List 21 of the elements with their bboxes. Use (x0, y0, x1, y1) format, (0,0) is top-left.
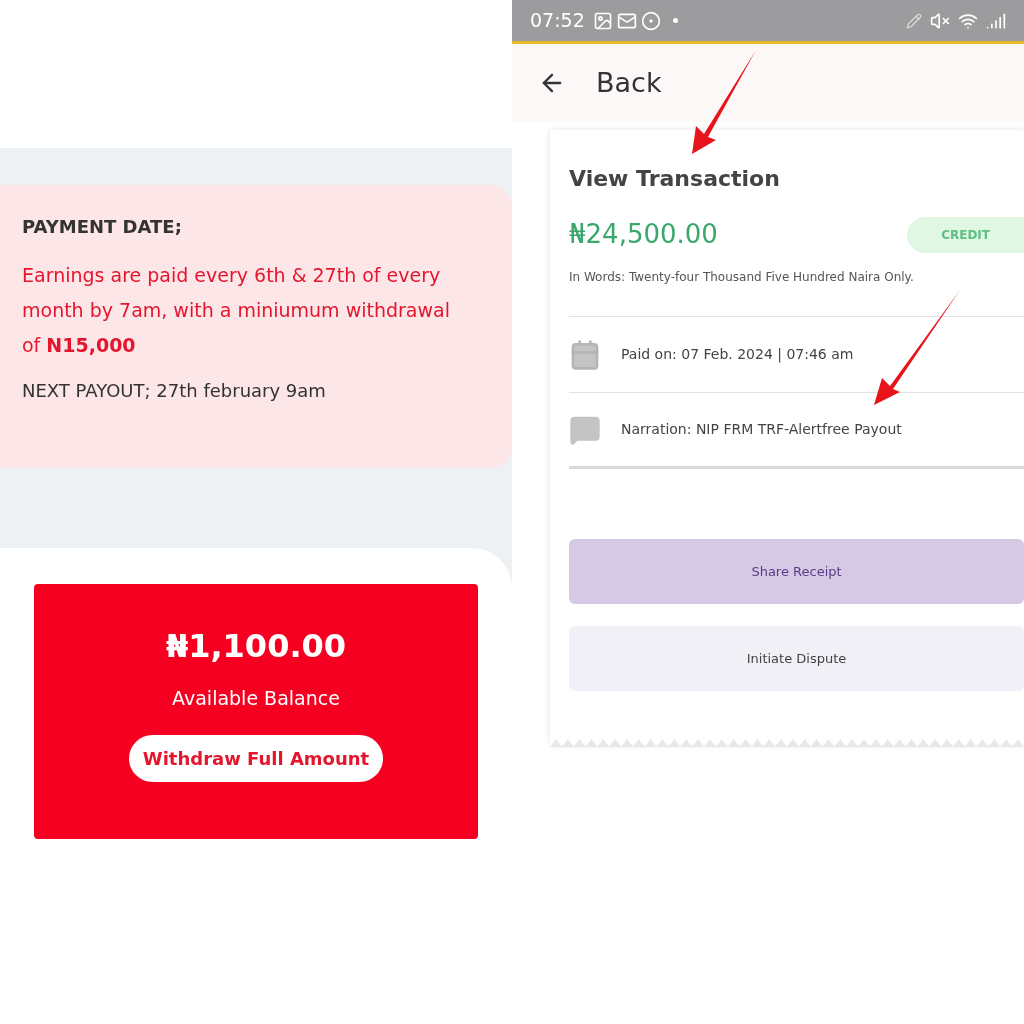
detail-text: Narration: NIP FRM TRF-Alertfree Payout (621, 420, 902, 439)
back-button[interactable]: Back (538, 62, 662, 104)
transaction-amount: ₦24,500.00 (569, 218, 718, 251)
mute-icon (930, 10, 950, 31)
share-receipt-button[interactable]: Share Receipt (569, 539, 1024, 604)
status-time: 07:52 (530, 8, 585, 34)
credit-badge: CREDIT (907, 216, 1024, 253)
pencil-icon (906, 12, 922, 29)
payment-notice: Earnings are paid every 6th & 27th of every month by 7am, with a miniumum withdrawal of N15,000 (22, 263, 451, 358)
dispute-button[interactable]: Initiate Dispute (569, 626, 1024, 691)
circle-icon (640, 10, 661, 31)
receipt-title: View Transaction (569, 165, 781, 193)
next-payout: NEXT PAYOUT; 27th february 9am (22, 379, 327, 403)
balance-label: Available Balance (172, 686, 340, 711)
detail-text: Paid on: 07 Feb. 2024 | 07:46 am (621, 345, 854, 365)
withdraw-button[interactable]: Withdraw Full Amount (128, 734, 384, 782)
payment-date-heading: PAYMENT DATE; (22, 215, 183, 239)
calendar-icon (569, 338, 601, 371)
amount-in-words: In Words: Twenty-four Thousand Five Hundred Naira Only. (569, 269, 915, 286)
gallery-icon (592, 10, 613, 31)
balance-amount: ₦1,100.00 (165, 626, 347, 667)
